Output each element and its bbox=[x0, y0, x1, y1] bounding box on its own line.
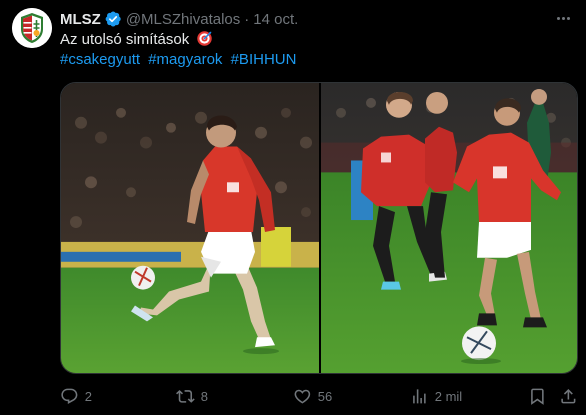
direct-hit-target-icon bbox=[196, 30, 213, 47]
retweet-count: 8 bbox=[200, 388, 208, 404]
tweet-actions: 2 8 56 2 mil bbox=[60, 386, 578, 406]
tweet-text: Az utolsó simítások bbox=[60, 30, 213, 50]
share-button[interactable] bbox=[559, 386, 578, 406]
verified-badge-icon[interactable] bbox=[104, 10, 122, 28]
author-avatar[interactable] bbox=[12, 8, 52, 48]
more-options-icon[interactable] bbox=[552, 8, 574, 28]
media-grid bbox=[60, 82, 578, 374]
mlsz-crest-icon bbox=[12, 8, 52, 48]
tweet-header: MLSZ @MLSZhivatalos · 14 oct. bbox=[60, 9, 298, 29]
share-icon bbox=[561, 388, 576, 404]
retweet-button[interactable]: 8 bbox=[176, 386, 208, 406]
bookmark-icon bbox=[531, 388, 544, 405]
tweet-hashtags: #csakegyutt #magyarok #BIHHUN bbox=[60, 50, 300, 70]
reply-button[interactable]: 2 bbox=[60, 386, 92, 406]
views-button[interactable]: 2 mil bbox=[410, 386, 462, 406]
hashtag-link[interactable]: #magyarok bbox=[148, 51, 222, 68]
tweet-card[interactable]: MLSZ @MLSZhivatalos · 14 oct. Az utolsó … bbox=[0, 0, 586, 415]
like-button[interactable]: 56 bbox=[293, 386, 332, 406]
tweet-date[interactable]: 14 oct. bbox=[253, 11, 298, 28]
retweet-icon bbox=[176, 389, 195, 403]
photo-player-juggling-ball[interactable] bbox=[61, 83, 319, 373]
reply-count: 2 bbox=[84, 388, 92, 404]
like-count: 56 bbox=[317, 388, 333, 404]
photo-players-warmup[interactable] bbox=[321, 83, 577, 373]
tweet-text-content: Az utolsó simítások bbox=[60, 31, 190, 48]
header-separator: · bbox=[244, 10, 250, 28]
views-count: 2 mil bbox=[434, 388, 463, 404]
author-name[interactable]: MLSZ bbox=[60, 11, 101, 28]
hashtag-link[interactable]: #csakegyutt bbox=[60, 51, 140, 68]
reply-icon bbox=[61, 388, 78, 404]
author-handle[interactable]: @MLSZhivatalos bbox=[126, 11, 240, 28]
bookmark-button[interactable] bbox=[528, 386, 547, 406]
like-icon bbox=[294, 389, 311, 404]
views-icon bbox=[413, 388, 426, 404]
hashtag-link[interactable]: #BIHHUN bbox=[231, 51, 297, 68]
